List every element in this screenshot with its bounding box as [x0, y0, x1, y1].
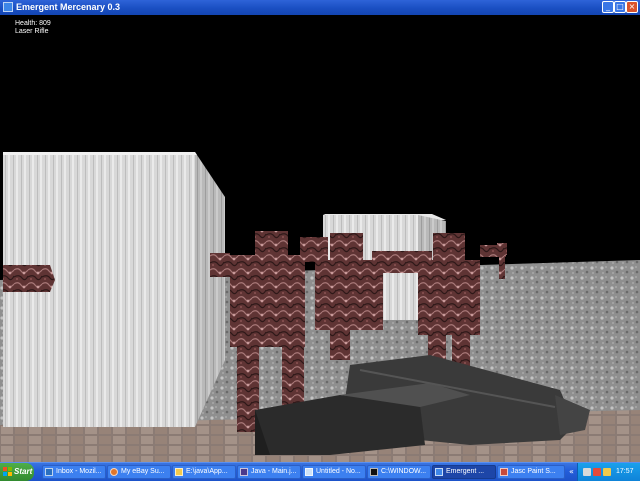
- paint-shop-icon: [500, 468, 508, 476]
- taskbar-item-inbox[interactable]: Inbox - Mozil...: [42, 465, 106, 479]
- health-readout: Health: 809: [15, 20, 51, 27]
- taskbar-item-java-editor[interactable]: Java - Main.j...: [237, 465, 301, 479]
- java-app-icon: [3, 2, 13, 12]
- taskbar-item-explorer[interactable]: E:\java\App...: [172, 465, 236, 479]
- java-icon: [435, 468, 443, 476]
- taskbar-item-label: Inbox - Mozil...: [56, 468, 102, 475]
- taskbar-item-label: My eBay Su...: [121, 468, 165, 475]
- minimize-button[interactable]: _: [602, 1, 614, 13]
- show-hidden-icons-button[interactable]: «: [569, 465, 574, 479]
- title-bar[interactable]: Emergent Mercenary 0.3 _ □ ×: [0, 0, 640, 16]
- notepad-icon: [305, 468, 313, 476]
- start-button[interactable]: Start: [0, 463, 34, 481]
- weapon-readout: Laser Rifle: [15, 28, 49, 35]
- windows-logo-icon: [3, 467, 12, 476]
- taskbar: Start Inbox - Mozil... My eBay Su... E:\…: [0, 462, 640, 481]
- window-title: Emergent Mercenary 0.3: [16, 2, 121, 12]
- network-icon[interactable]: [583, 468, 591, 476]
- game-viewport[interactable]: Health: 809 Laser Rifle: [0, 15, 640, 462]
- system-tray: 17:57: [577, 463, 640, 481]
- taskbar-item-label: Jasc Paint S...: [511, 468, 556, 475]
- volume-icon[interactable]: [603, 468, 611, 476]
- antivirus-icon[interactable]: [593, 468, 601, 476]
- taskbar-item-label: E:\java\App...: [186, 468, 228, 475]
- maximize-button[interactable]: □: [614, 1, 626, 13]
- taskbar-item-emergent[interactable]: Emergent ...: [432, 465, 496, 479]
- hud-overlay: Health: 809 Laser Rifle: [15, 20, 51, 36]
- taskbar-item-ebay[interactable]: My eBay Su...: [107, 465, 171, 479]
- taskbar-item-notepad[interactable]: Untitled - No...: [302, 465, 366, 479]
- close-button[interactable]: ×: [626, 1, 638, 13]
- mozilla-mail-icon: [45, 468, 53, 476]
- start-label: Start: [14, 467, 33, 476]
- wooden-beam: [3, 265, 55, 292]
- taskbar-item-command-prompt[interactable]: C:\WINDOW...: [367, 465, 431, 479]
- taskbar-item-label: Untitled - No...: [316, 468, 361, 475]
- cmd-icon: [370, 468, 378, 476]
- game-window: Emergent Mercenary 0.3 _ □ × Health: 809…: [0, 0, 640, 462]
- taskbar-item-label: C:\WINDOW...: [381, 468, 427, 475]
- taskbar-item-paint-shop[interactable]: Jasc Paint S...: [497, 465, 565, 479]
- game-scene: [0, 15, 640, 462]
- taskbar-item-label: Java - Main.j...: [251, 468, 297, 475]
- firefox-icon: [110, 468, 118, 476]
- clock[interactable]: 17:57: [616, 463, 634, 481]
- eclipse-icon: [240, 468, 248, 476]
- folder-icon: [175, 468, 183, 476]
- taskbar-item-label: Emergent ...: [446, 468, 485, 475]
